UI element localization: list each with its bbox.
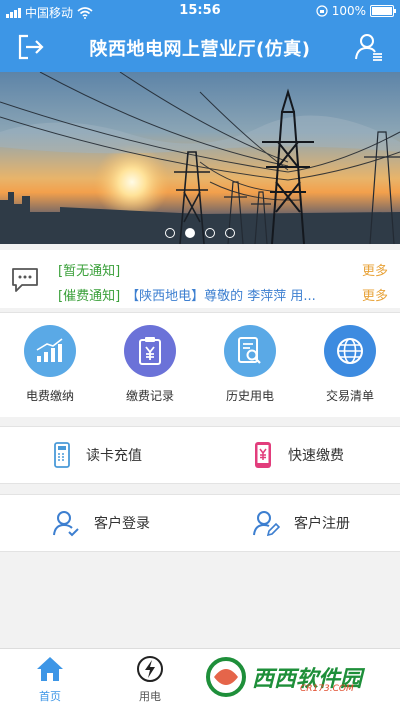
user-edit-icon [253, 511, 280, 537]
message-icon [12, 268, 38, 292]
tab-label: 首页 [39, 690, 61, 703]
card-reader-icon [54, 442, 70, 468]
tab-power[interactable]: 用电 [120, 655, 180, 704]
read-card-label: 读卡充值 [86, 448, 142, 464]
quick-pay-button[interactable]: 快速缴费 [252, 427, 344, 483]
battery-icon [370, 5, 396, 17]
feature-history[interactable]: 历史用电 [200, 325, 300, 404]
lightning-icon [137, 656, 163, 682]
more-link[interactable]: 更多 [362, 285, 388, 304]
feature-label: 交易清单 [325, 389, 374, 403]
feature-icon-circle [24, 325, 76, 377]
feature-label: 历史用电 [225, 389, 274, 403]
feature-label: 电费缴纳 [25, 389, 74, 403]
status-right: 100% [316, 4, 396, 18]
customer-register-button[interactable]: 客户注册 [252, 495, 350, 551]
watermark-swirl-icon [206, 657, 246, 697]
notice-row[interactable]: [暂无通知] 更多 [58, 258, 388, 280]
banner-image [0, 72, 400, 244]
home-icon [37, 657, 63, 681]
watermark-logo: 西西软件园 CR173.COM [204, 650, 380, 704]
status-bar: 中国移动 15:56 100% [0, 0, 400, 22]
notice-text: 【陕西地电】尊敬的 李萍萍 用... [126, 288, 316, 304]
notice-row[interactable]: [催费通知] 【陕西地电】尊敬的 李萍萍 用... 更多 [58, 283, 388, 305]
read-card-recharge-button[interactable]: 读卡充值 [52, 427, 142, 483]
more-link[interactable]: 更多 [362, 260, 388, 279]
globe-icon [337, 338, 363, 364]
document-search-icon [238, 337, 261, 364]
notice-tag: [催费通知] [58, 288, 121, 304]
feature-icon-circle [224, 325, 276, 377]
carousel-dots [0, 228, 400, 238]
user-settings-icon[interactable] [352, 30, 386, 64]
clipboard-yen-icon [139, 337, 161, 365]
user-check-icon [53, 511, 79, 537]
customer-login-button[interactable]: 客户登录 [52, 495, 150, 551]
action-row-account: 客户登录 客户注册 [0, 494, 400, 552]
phone-yen-icon [255, 442, 271, 468]
bar-chart-icon [36, 338, 63, 362]
action-row-payment: 读卡充值 快速缴费 [0, 426, 400, 484]
carousel-dot[interactable] [165, 228, 175, 238]
feature-icon-circle [124, 325, 176, 377]
quick-pay-label: 快速缴费 [288, 448, 344, 464]
carousel-dot[interactable] [225, 228, 235, 238]
watermark-subtext: CR173.COM [300, 684, 354, 694]
customer-register-label: 客户注册 [294, 516, 350, 532]
carousel-dot[interactable] [205, 228, 215, 238]
tab-label: 用电 [139, 690, 161, 703]
notice-panel: [暂无通知] 更多 [催费通知] 【陕西地电】尊敬的 李萍萍 用... 更多 [0, 250, 400, 308]
carousel-dot-active[interactable] [185, 228, 195, 238]
feature-icon-circle [324, 325, 376, 377]
feature-grid: 电费缴纳 缴费记录 历史用电 交易清单 [0, 312, 400, 417]
tab-home[interactable]: 首页 [20, 655, 80, 704]
feature-label: 缴费记录 [125, 389, 174, 403]
feature-payment-records[interactable]: 缴费记录 [100, 325, 200, 404]
battery-percent: 100% [331, 4, 366, 18]
feature-transactions[interactable]: 交易清单 [300, 325, 400, 404]
feature-pay-bill[interactable]: 电费缴纳 [0, 325, 100, 404]
page-title: 陕西地电网上营业厅(仿真) [89, 39, 311, 60]
banner-carousel[interactable] [0, 72, 400, 244]
logout-icon[interactable] [14, 30, 48, 64]
app-header: 陕西地电网上营业厅(仿真) [0, 22, 400, 72]
orientation-lock-icon [316, 5, 328, 17]
customer-login-label: 客户登录 [94, 516, 150, 532]
notice-tag: [暂无通知] [58, 263, 121, 279]
